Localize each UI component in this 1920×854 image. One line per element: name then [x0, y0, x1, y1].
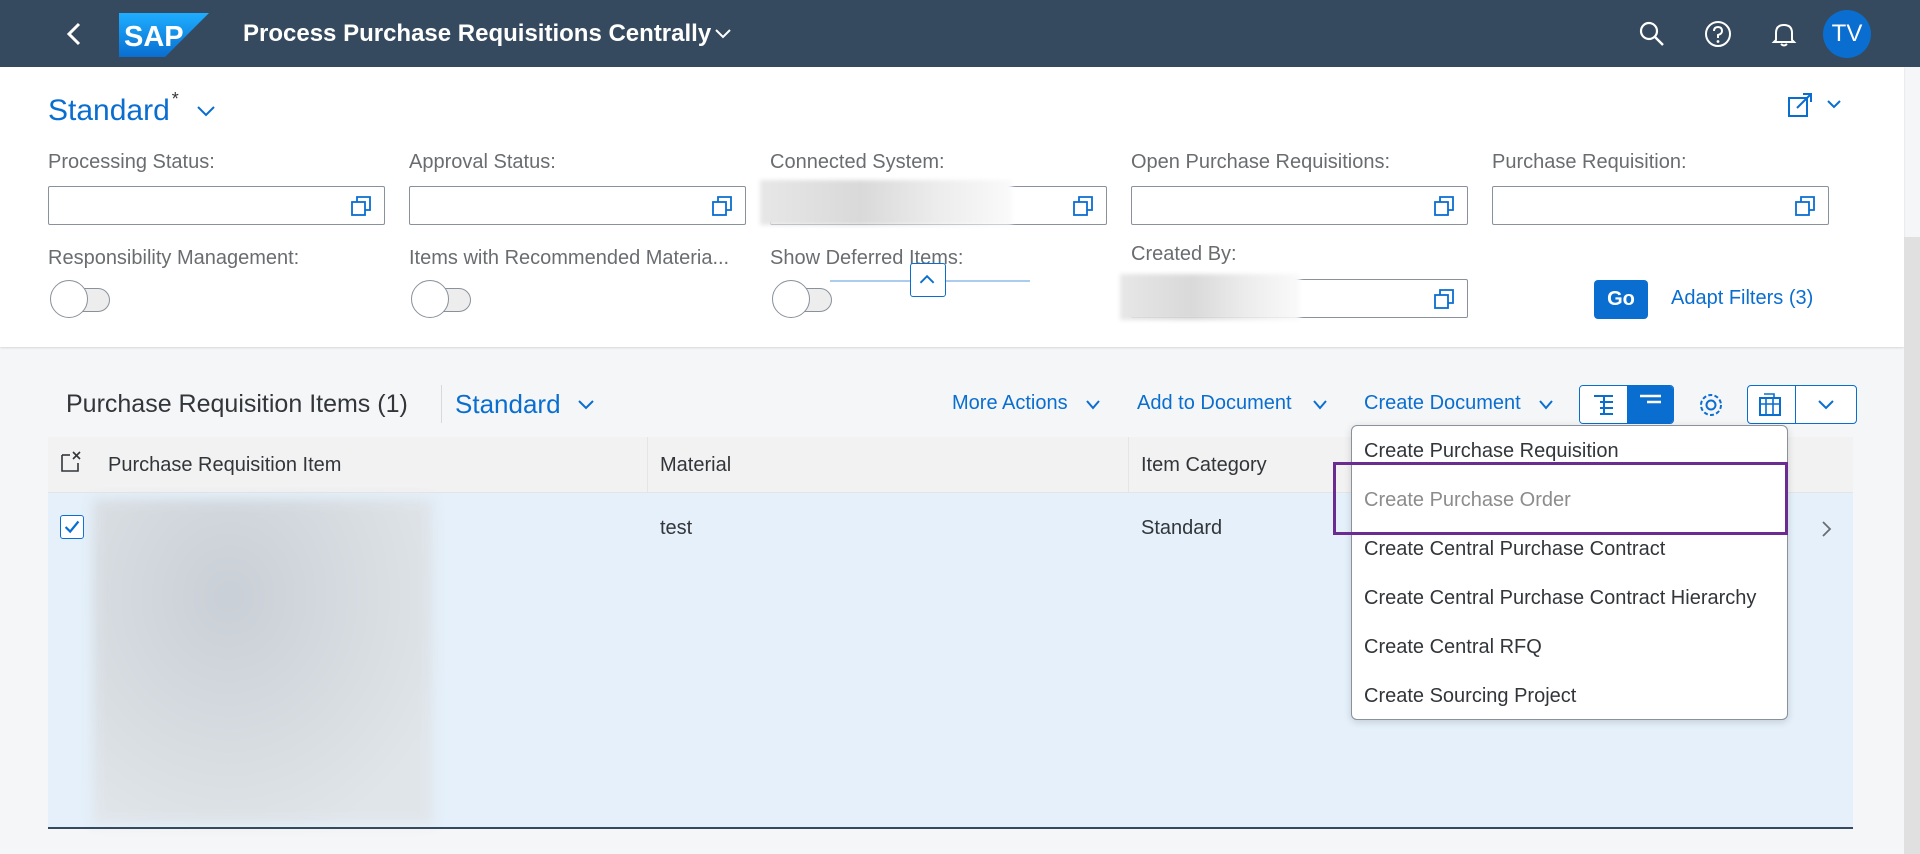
variant-selector[interactable]: Standard * [48, 89, 179, 128]
responsibility-mgmt-switch[interactable] [50, 280, 114, 318]
create-document-button[interactable]: Create Document [1364, 392, 1521, 415]
items-recommended-switch[interactable] [411, 280, 475, 318]
value-help-icon[interactable] [1433, 195, 1455, 217]
show-deferred-switch[interactable] [772, 280, 836, 318]
column-header-item-category[interactable]: Item Category [1141, 454, 1267, 477]
chevron-down-icon[interactable] [195, 103, 217, 119]
cell-material: test [660, 517, 693, 539]
select-all-icon[interactable] [60, 449, 84, 475]
cell-item-category: Standard [1141, 517, 1223, 539]
table-bottom-border [48, 827, 1853, 829]
add-to-document-button[interactable]: Add to Document [1137, 392, 1292, 415]
column-separator[interactable] [1128, 437, 1129, 493]
open-pr-label: Open Purchase Requisitions: [1131, 151, 1391, 173]
highlight-box [1333, 462, 1788, 535]
shell-bar: SAP Process Purchase Requisitions Centra… [0, 0, 1920, 67]
avatar[interactable]: TV [1823, 10, 1871, 58]
flat-table-icon [1640, 394, 1661, 404]
items-recommended-label: Items with Recommended Materia... [409, 247, 730, 269]
responsibility-mgmt-label: Responsibility Management: [48, 247, 300, 269]
variant-name[interactable]: Standard [48, 94, 170, 127]
menu-item-create-pr[interactable]: Create Purchase Requisition [1364, 440, 1619, 463]
redacted-pr-item [93, 499, 433, 824]
approval-status-label: Approval Status: [409, 151, 556, 173]
value-help-icon[interactable] [711, 195, 733, 217]
collapse-up-icon [919, 274, 935, 284]
export-button[interactable] [1747, 385, 1857, 424]
tree-table-icon [1594, 395, 1613, 415]
app-title[interactable]: Process Purchase Requisitions Centrally [243, 20, 711, 48]
gear-icon[interactable] [1697, 391, 1725, 419]
value-help-icon[interactable] [350, 195, 372, 217]
menu-item-create-contract-hierarchy[interactable]: Create Central Purchase Contract Hierarc… [1364, 587, 1756, 610]
column-header-material[interactable]: Material [660, 454, 731, 477]
approval-status-input[interactable] [409, 186, 746, 225]
scrollbar[interactable] [1904, 237, 1920, 854]
more-actions-button[interactable]: More Actions [952, 392, 1068, 415]
chevron-down-icon[interactable] [1311, 398, 1329, 412]
collapse-header-button[interactable] [910, 263, 946, 297]
value-help-icon[interactable] [1072, 195, 1094, 217]
bell-icon[interactable] [1770, 20, 1798, 48]
svg-text:SAP: SAP [124, 21, 184, 53]
filter-bar: Standard * Processing Status: Approval St… [0, 67, 1904, 347]
toolbar-separator [441, 385, 442, 423]
back-icon[interactable] [62, 21, 88, 47]
chevron-down-icon[interactable] [1084, 398, 1102, 412]
tree-table-button[interactable] [1580, 386, 1627, 423]
share-icon[interactable] [1785, 91, 1845, 119]
column-separator[interactable] [647, 437, 648, 493]
export-icon [1759, 393, 1781, 416]
row-checkbox[interactable] [60, 515, 84, 539]
table-title: Purchase Requisition Items (1) [66, 390, 408, 418]
created-by-label: Created By: [1131, 243, 1237, 265]
variant-modified-marker: * [171, 89, 179, 109]
connected-system-label: Connected System: [770, 151, 945, 173]
purchase-requisition-label: Purchase Requisition: [1492, 151, 1687, 173]
chevron-down-icon[interactable] [576, 397, 596, 413]
checkbox-icon [64, 520, 80, 534]
navigation-arrow-icon[interactable] [1818, 519, 1834, 539]
adapt-filters-button[interactable]: Adapt Filters (3) [1671, 287, 1813, 310]
processing-status-input[interactable] [48, 186, 385, 225]
value-help-icon[interactable] [1794, 195, 1816, 217]
value-help-icon[interactable] [1433, 288, 1455, 310]
redacted-connected-system [760, 180, 1012, 225]
search-icon[interactable] [1638, 20, 1666, 48]
go-button[interactable]: Go [1594, 280, 1648, 319]
processing-status-label: Processing Status: [48, 151, 215, 173]
help-icon[interactable] [1704, 20, 1732, 48]
column-header-pr-item[interactable]: Purchase Requisition Item [108, 454, 341, 477]
table-variant-selector[interactable]: Standard [455, 389, 561, 420]
flat-table-button[interactable] [1627, 386, 1673, 423]
redacted-created-by [1120, 274, 1300, 320]
menu-item-create-central-contract[interactable]: Create Central Purchase Contract [1364, 538, 1665, 561]
menu-item-create-sourcing-project[interactable]: Create Sourcing Project [1364, 685, 1576, 708]
chevron-down-icon[interactable] [1537, 398, 1555, 412]
open-pr-input[interactable] [1131, 186, 1468, 225]
table-view-toggle[interactable] [1579, 385, 1674, 424]
chevron-down-icon[interactable] [1796, 386, 1856, 423]
menu-item-create-central-rfq[interactable]: Create Central RFQ [1364, 636, 1542, 659]
sap-logo[interactable]: SAP [119, 13, 209, 57]
purchase-requisition-input[interactable] [1492, 186, 1829, 225]
chevron-down-icon[interactable] [713, 26, 733, 42]
